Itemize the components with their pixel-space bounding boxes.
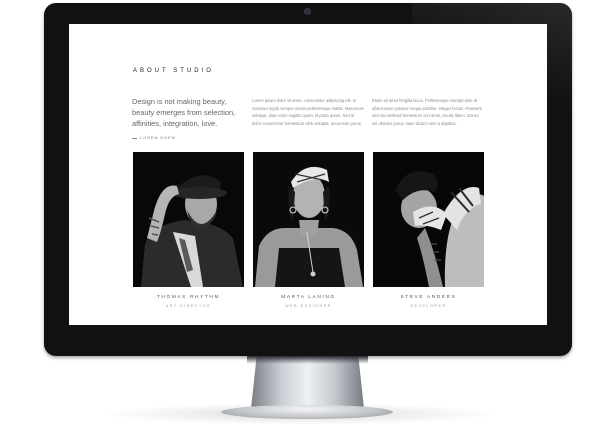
stand-neck-shade [247,356,368,364]
team-photo [373,152,484,287]
team-card[interactable]: MARTA LANING WEB DESIGNER [253,152,364,308]
team-photo [253,152,364,287]
learn-more-label: LOREM KNEW [140,136,176,140]
body-text-column-3: Etiam sit amet fringilla lacus. Pellente… [372,98,482,126]
team-photo [133,152,244,287]
portrait-image [133,152,244,287]
monitor-chin [44,346,572,356]
team-member-role: DEVELOPER [410,304,447,308]
team-member-role: ART DIRECTOR [165,304,212,308]
portrait-image [253,152,364,287]
body-text-column-2: Lorem ipsum dolor sit amet, consectetur … [252,98,364,126]
learn-more-link[interactable]: LOREM KNEW [132,136,176,140]
team-card[interactable]: THOMAS RHYTHM ART DIRECTOR [133,152,244,308]
team-member-name: MARTA LANING [281,295,336,300]
lead-paragraph: Design is not making beauty, beauty emer… [132,97,236,128]
monitor-stand-neck [250,356,365,412]
portrait-image [373,152,484,287]
dash-icon [132,137,137,139]
webcam-icon [305,9,310,14]
team-member-name: THOMAS RHYTHM [156,295,221,300]
monitor-stand-base [221,405,393,419]
team-member-role: WEB DESIGNER [285,304,332,308]
monitor-bezel: ABOUT STUDIO Design is not making beauty… [44,3,572,356]
team-card[interactable]: STEVE ANDERS DEVELOPER [373,152,484,308]
section-title: ABOUT STUDIO [133,68,214,74]
website-screen: ABOUT STUDIO Design is not making beauty… [69,24,547,325]
team-member-name: STEVE ANDERS [400,295,457,300]
